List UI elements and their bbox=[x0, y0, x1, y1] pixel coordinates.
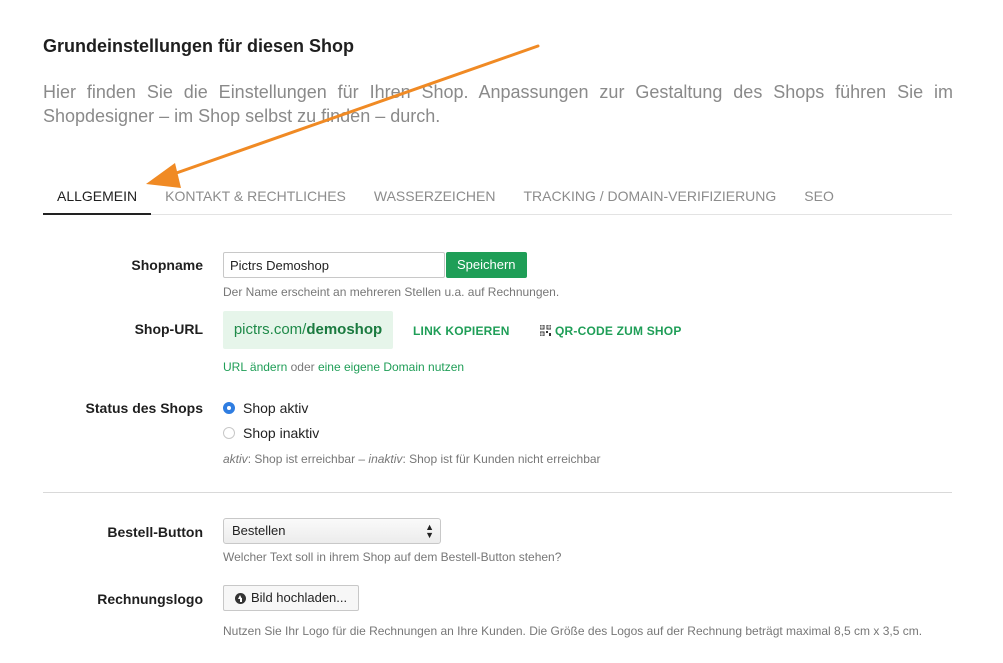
radio-shop-aktiv[interactable]: Shop aktiv bbox=[223, 400, 308, 416]
qr-code-icon bbox=[540, 325, 551, 336]
page-intro: Hier finden Sie die Einstellungen für Ih… bbox=[43, 82, 953, 126]
tab-allgemein[interactable]: ALLGEMEIN bbox=[43, 178, 152, 215]
radio-shop-inaktiv[interactable]: Shop inaktiv bbox=[223, 425, 319, 441]
status-help-inactive-text: : Shop ist für Kunden nicht erreichbar bbox=[402, 452, 601, 466]
custom-domain-link[interactable]: eine eigene Domain nutzen bbox=[318, 360, 464, 374]
shop-url-help: URL ändern oder eine eigene Domain nutze… bbox=[223, 360, 464, 374]
qr-code-label: QR-CODE ZUM SHOP bbox=[555, 324, 682, 338]
url-or-text: oder bbox=[287, 360, 318, 374]
shop-url-display: pictrs.com/demoshop bbox=[223, 311, 393, 349]
shop-url-slug: demoshop bbox=[306, 321, 383, 338]
radio-unchecked-icon bbox=[223, 427, 235, 439]
shopname-input[interactable] bbox=[223, 252, 445, 278]
status-label: Status des Shops bbox=[85, 400, 203, 416]
tab-kontakt-rechtliches[interactable]: KONTAKT & RECHTLICHES bbox=[151, 178, 360, 214]
invoice-logo-help: Nutzen Sie Ihr Logo für die Rechnungen a… bbox=[223, 624, 923, 638]
shopname-label: Shopname bbox=[131, 257, 203, 273]
tab-tracking-domain[interactable]: TRACKING / DOMAIN-VERIFIZIERUNG bbox=[510, 178, 791, 214]
shopname-help: Der Name erscheint an mehreren Stellen u… bbox=[223, 285, 560, 299]
status-help-inactive-term: inaktiv bbox=[368, 452, 403, 466]
radio-shop-aktiv-label: Shop aktiv bbox=[243, 400, 309, 416]
shop-url-label: Shop-URL bbox=[134, 321, 203, 337]
status-help-active-text: : Shop ist erreichbar – bbox=[247, 452, 369, 466]
shopname-field-wrap bbox=[223, 252, 445, 278]
upload-image-button[interactable]: Bild hochladen... bbox=[223, 585, 360, 611]
radio-shop-inaktiv-label: Shop inaktiv bbox=[243, 425, 320, 441]
status-help: aktiv: Shop ist erreichbar – inaktiv: Sh… bbox=[223, 452, 601, 466]
tab-seo[interactable]: SEO bbox=[790, 178, 848, 214]
order-button-label: Bestell-Button bbox=[107, 524, 203, 540]
upload-image-label: Bild hochladen... bbox=[251, 590, 348, 605]
order-button-help: Welcher Text soll in ihrem Shop auf dem … bbox=[223, 550, 562, 564]
select-arrows-icon: ▲ ▼ bbox=[425, 522, 434, 540]
tab-wasserzeichen[interactable]: WASSERZEICHEN bbox=[360, 178, 510, 214]
settings-tabs: ALLGEMEIN KONTAKT & RECHTLICHES WASSERZE… bbox=[43, 178, 952, 215]
shop-url-domain: pictrs.com/ bbox=[233, 321, 307, 338]
invoice-logo-label: Rechnungslogo bbox=[97, 591, 203, 607]
copy-link-button[interactable]: LINK KOPIEREN bbox=[413, 324, 510, 338]
save-shopname-button[interactable]: Speichern bbox=[446, 252, 527, 278]
change-url-link[interactable]: URL ändern bbox=[223, 360, 287, 374]
order-button-select[interactable]: Bestellen ▲ ▼ bbox=[223, 518, 441, 544]
radio-checked-icon bbox=[223, 402, 235, 414]
section-divider bbox=[43, 492, 952, 493]
status-help-active-term: aktiv bbox=[223, 452, 248, 466]
qr-code-button[interactable]: QR-CODE ZUM SHOP bbox=[540, 324, 682, 338]
order-button-select-value: Bestellen bbox=[232, 523, 286, 538]
page-title: Grundeinstellungen für diesen Shop bbox=[43, 36, 355, 56]
upload-icon bbox=[235, 592, 246, 604]
